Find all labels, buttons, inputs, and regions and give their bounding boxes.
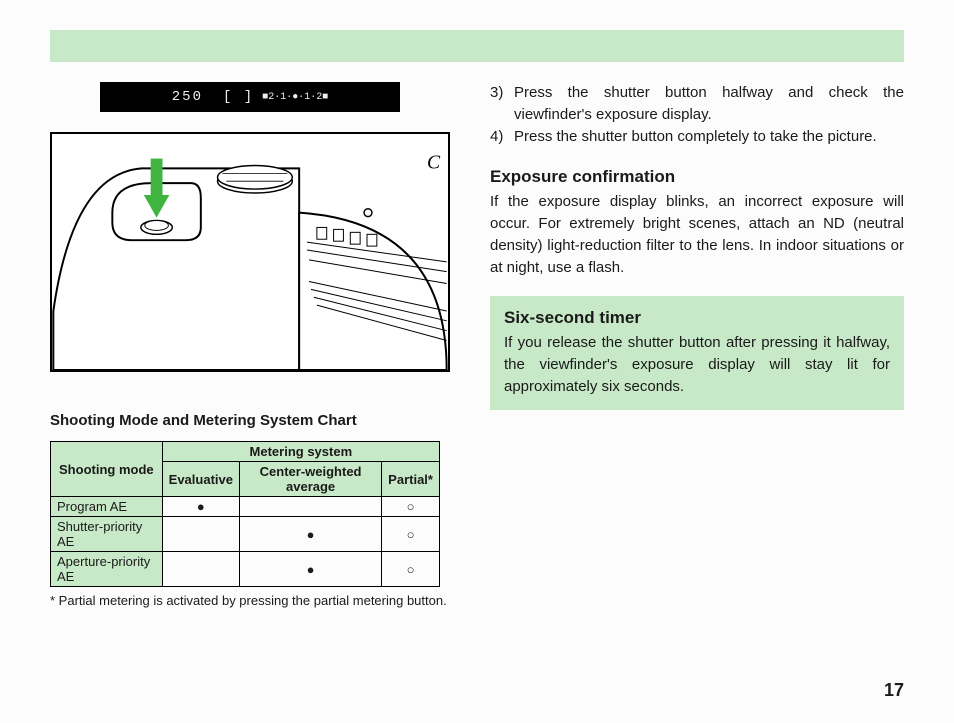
timer-body-text: If you release the shutter button after … — [504, 332, 890, 397]
six-second-timer-block: Six-second timer If you release the shut… — [490, 296, 904, 409]
table-col-centerweighted: Center-weighted average — [239, 462, 381, 497]
exposure-heading: Exposure confirmation — [490, 167, 904, 187]
table-cell — [162, 517, 239, 552]
chart-title: Shooting Mode and Metering System Chart — [50, 412, 450, 429]
lcd-aperture-value: [ ] — [223, 89, 254, 105]
page-number: 17 — [884, 680, 904, 701]
table-cell: ● — [239, 552, 381, 587]
table-col-evaluative: Evaluative — [162, 462, 239, 497]
step-list: 3) Press the shutter button halfway and … — [490, 82, 904, 147]
table-header-metering: Metering system — [162, 442, 439, 462]
table-mode-cell: Program AE — [51, 497, 163, 517]
table-row: Shutter-priority AE ● ○ — [51, 517, 440, 552]
list-item: 4) Press the shutter button completely t… — [490, 126, 904, 148]
timer-heading: Six-second timer — [504, 308, 890, 328]
svg-text:C: C — [427, 151, 441, 173]
step-text: Press the shutter button completely to t… — [514, 126, 904, 148]
chart-footnote: * Partial metering is activated by press… — [50, 593, 450, 610]
camera-line-art: C — [52, 134, 448, 370]
table-row: Program AE ● ○ — [51, 497, 440, 517]
table-cell: ○ — [382, 517, 440, 552]
metering-chart-table: Shooting mode Metering system Evaluative… — [50, 441, 440, 587]
table-cell: ● — [239, 517, 381, 552]
right-column: 3) Press the shutter button halfway and … — [490, 82, 904, 610]
table-row: Aperture-priority AE ● ○ — [51, 552, 440, 587]
table-header-mode: Shooting mode — [51, 442, 163, 497]
header-banner — [50, 30, 904, 62]
table-cell: ○ — [382, 552, 440, 587]
table-mode-cell: Aperture-priority AE — [51, 552, 163, 587]
lcd-exposure-scale: ■2·1·●·1·2■ — [262, 92, 328, 103]
table-mode-cell: Shutter-priority AE — [51, 517, 163, 552]
step-number: 3) — [490, 82, 514, 126]
table-cell: ● — [162, 497, 239, 517]
step-text: Press the shutter button halfway and che… — [514, 82, 904, 126]
table-cell — [162, 552, 239, 587]
left-column: 250 [ ] ■2·1·●·1·2■ — [50, 82, 450, 610]
step-number: 4) — [490, 126, 514, 148]
list-item: 3) Press the shutter button halfway and … — [490, 82, 904, 126]
viewfinder-lcd-display: 250 [ ] ■2·1·●·1·2■ — [100, 82, 400, 112]
table-cell — [239, 497, 381, 517]
table-cell: ○ — [382, 497, 440, 517]
table-col-partial: Partial* — [382, 462, 440, 497]
exposure-body-text: If the exposure display blinks, an incor… — [490, 191, 904, 278]
camera-illustration: C — [50, 132, 450, 372]
lcd-shutter-value: 250 — [172, 89, 203, 105]
